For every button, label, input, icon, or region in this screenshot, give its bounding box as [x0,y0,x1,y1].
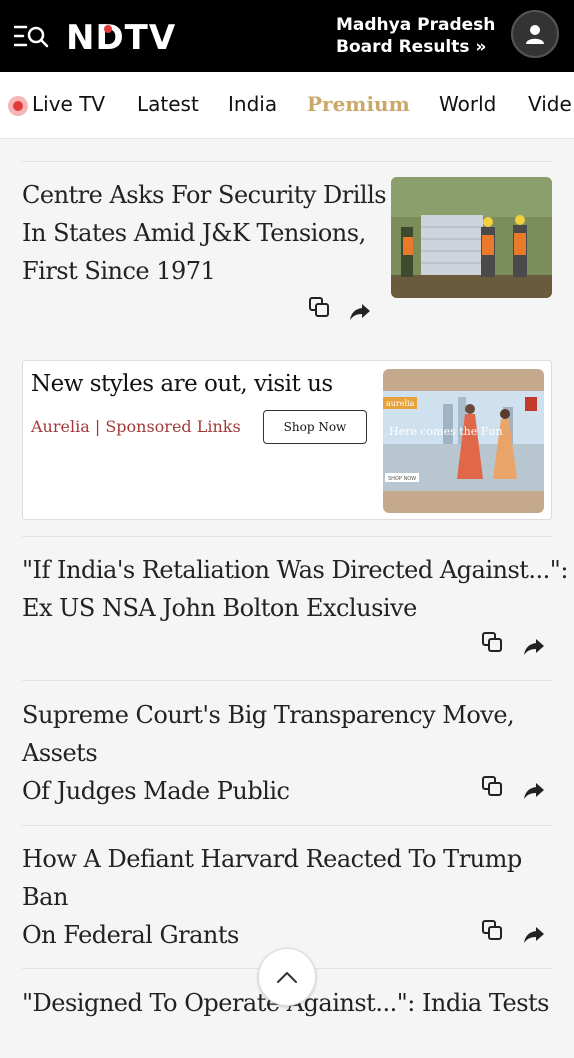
ad-fashion-image: aurelia Here comes the Fun SHOP NOW [383,369,544,513]
top-bar: NDTV Madhya Pradesh Board Results » [0,0,574,72]
security-drill-image [391,177,552,298]
search-icon [27,26,49,48]
menu-search-icon[interactable] [14,22,50,50]
copy-icon[interactable] [307,295,331,319]
nav-world[interactable]: World [439,92,496,116]
divider [22,680,552,681]
divider [22,536,552,537]
nav-latest[interactable]: Latest [137,92,199,116]
divider [22,161,552,162]
nav-live-tv[interactable]: Live TV [32,92,105,116]
copy-icon[interactable] [480,774,504,798]
article-thumbnail[interactable] [391,177,552,298]
nav-india[interactable]: India [228,92,277,116]
headline-line[interactable]: Ex US NSA John Bolton Exclusive [22,589,568,627]
headline-line[interactable]: Supreme Court's Big Transparency Move, A… [22,696,574,772]
nav-premium[interactable]: Premium [307,92,410,116]
headline-line[interactable]: Centre Asks For Security Drills [22,176,387,214]
share-icon[interactable] [522,635,546,659]
headline-line[interactable]: How A Defiant Harvard Reacted To Trump B… [22,840,574,916]
share-icon[interactable] [348,300,372,324]
headline-line[interactable]: First Since 1971 [22,252,386,290]
category-nav: Live TV Latest India Premium World Vide [0,72,574,139]
article-headline[interactable]: "If India's Retaliation Was Directed Aga… [22,551,568,627]
ad-sponsor[interactable]: Aurelia | Sponsored Links [31,417,241,436]
promo-line-2[interactable]: Board Results » [336,36,495,58]
article-headline[interactable]: Centre Asks For Security Drills In State… [22,176,387,290]
ndtv-logo[interactable]: NDTV [66,14,204,58]
ad-image-brand: aurelia [386,399,415,408]
promo-line-1[interactable]: Madhya Pradesh [336,14,495,36]
ad-image[interactable]: aurelia Here comes the Fun SHOP NOW [383,369,544,513]
chevron-up-icon [277,972,297,983]
board-results-promo[interactable]: Madhya Pradesh Board Results » [336,14,495,58]
ad-image-cta: SHOP NOW [388,476,416,482]
logo-mark: NDTV [66,20,176,52]
scroll-top-button[interactable] [258,948,316,1006]
live-indicator-icon [8,96,28,116]
nav-video[interactable]: Vide [528,92,572,116]
user-icon [526,25,544,44]
ad-title[interactable]: New styles are out, visit us [31,371,333,397]
copy-icon[interactable] [480,918,504,942]
share-icon[interactable] [522,923,546,947]
share-icon[interactable] [522,779,546,803]
divider [22,825,552,826]
menu-icon [14,25,28,47]
headline-line[interactable]: "If India's Retaliation Was Directed Aga… [22,551,568,589]
copy-icon[interactable] [480,630,504,654]
user-avatar[interactable] [511,10,559,58]
shop-now-button[interactable]: Shop Now [263,410,367,444]
svg-text:NDTV: NDTV [66,20,176,52]
sponsored-ad[interactable]: New styles are out, visit us Aurelia | S… [22,360,552,520]
ad-image-text: Here comes the Fun [389,425,503,438]
headline-line[interactable]: In States Amid J&K Tensions, [22,214,386,252]
